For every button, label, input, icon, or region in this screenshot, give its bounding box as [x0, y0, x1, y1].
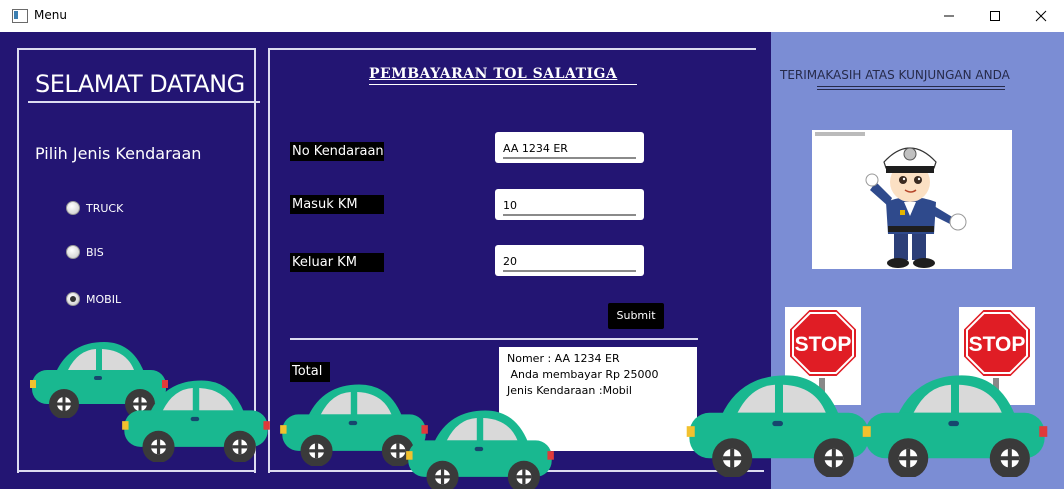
close-icon [1035, 10, 1047, 22]
divider [290, 338, 698, 340]
police-image [812, 130, 1012, 269]
car-icon [122, 380, 270, 462]
radio-button-icon [66, 201, 80, 215]
minimize-icon [944, 15, 954, 17]
radio-bis[interactable]: BIS [66, 245, 104, 259]
total-label: Total [290, 362, 330, 382]
label-keluar-km: Keluar KM [290, 253, 384, 272]
radio-label: BIS [86, 245, 104, 259]
result-line: Jenis Kendaraan :Mobil [507, 384, 632, 397]
submit-button[interactable]: Submit [608, 303, 664, 329]
maximize-icon [990, 11, 1000, 21]
divider [17, 48, 255, 50]
divider [17, 48, 19, 473]
no-kendaraan-input[interactable] [503, 142, 631, 155]
client-area: SELAMAT DATANG Pilih Jenis Kendaraan TRU… [0, 32, 1064, 489]
field-underline [503, 157, 636, 159]
car-icon [406, 410, 554, 489]
label-no-kendaraan: No Kendaraan [290, 142, 384, 161]
choose-vehicle-label: Pilih Jenis Kendaraan [35, 144, 202, 163]
keluar-km-field-box [495, 245, 644, 276]
field-underline [503, 214, 636, 216]
minimize-button[interactable] [926, 0, 972, 32]
divider [17, 470, 255, 472]
window-title: Menu [34, 8, 67, 22]
label-masuk-km: Masuk KM [290, 195, 384, 214]
title-bar: Menu [0, 0, 1064, 32]
result-line: Anda membayar Rp 25000 [507, 368, 659, 381]
masuk-km-input[interactable] [503, 199, 631, 212]
stop-sign-text: STOP [969, 333, 1026, 356]
masuk-km-field-box [495, 189, 644, 220]
stop-sign-text: STOP [795, 333, 852, 356]
car-icon [686, 375, 872, 477]
keluar-km-input[interactable] [503, 255, 631, 268]
welcome-heading: SELAMAT DATANG [35, 70, 245, 98]
radio-label: MOBIL [86, 292, 122, 306]
no-kendaraan-field-box [495, 132, 644, 163]
divider [268, 48, 756, 50]
result-line: Nomer : AA 1234 ER [507, 352, 620, 365]
thanks-heading: TERIMAKASIH ATAS KUNJUNGAN ANDA [780, 68, 1010, 82]
maximize-button[interactable] [972, 0, 1018, 32]
thanks-underline [817, 86, 1005, 87]
thanks-underline [817, 89, 1005, 90]
car-icon [862, 375, 1048, 477]
radio-mobil[interactable]: MOBIL [66, 292, 121, 306]
divider [28, 101, 260, 103]
app-window-icon [12, 9, 28, 23]
title-underline [369, 84, 637, 85]
radio-truck[interactable]: TRUCK [66, 201, 123, 215]
police-officer-icon [815, 132, 967, 268]
field-underline [503, 270, 636, 272]
page-title: PEMBAYARAN TOL SALATIGA [369, 66, 618, 82]
radio-button-selected-icon [66, 292, 80, 306]
radio-button-icon [66, 245, 80, 259]
close-button[interactable] [1018, 0, 1064, 32]
radio-label: TRUCK [86, 201, 124, 215]
